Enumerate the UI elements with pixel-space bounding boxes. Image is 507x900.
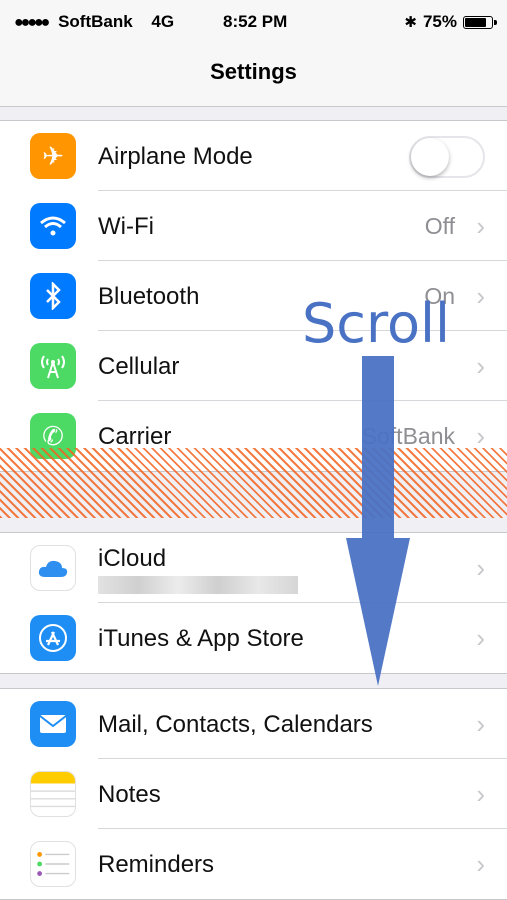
chevron-right-icon: ›	[476, 553, 485, 583]
battery-fill	[465, 17, 486, 27]
row-label: iTunes & App Store	[98, 625, 304, 652]
row-label: Airplane Mode	[98, 143, 253, 170]
carrier-info: ●●●●● SoftBank 4G	[14, 12, 174, 32]
redacted-account-email	[98, 576, 298, 594]
network-type: 4G	[151, 12, 175, 31]
wifi-row[interactable]: Wi-Fi Off ›	[0, 191, 507, 261]
itunes-app-store-row[interactable]: iTunes & App Store ›	[0, 603, 507, 673]
chevron-right-icon: ›	[476, 849, 485, 879]
bluetooth-row[interactable]: Bluetooth On ›	[0, 261, 507, 331]
status-right: ✱ 75%	[404, 12, 497, 32]
bluetooth-status-icon: ✱	[404, 14, 417, 31]
page-title: Settings	[210, 59, 297, 84]
app-store-icon	[30, 615, 76, 661]
status-bar: ●●●●● SoftBank 4G 8:52 PM ✱ 75%	[0, 0, 507, 44]
notes-row[interactable]: Notes ›	[0, 759, 507, 829]
clock: 8:52 PM	[223, 12, 288, 31]
bluetooth-value: On	[424, 283, 455, 309]
row-label: Carrier	[98, 423, 172, 450]
carrier-value: SoftBank	[361, 423, 455, 449]
airplane-icon: ✈	[30, 133, 76, 179]
icloud-icon	[30, 545, 76, 591]
row-label: Bluetooth	[98, 283, 200, 310]
mail-contacts-calendars-row[interactable]: Mail, Contacts, Calendars ›	[0, 689, 507, 759]
omitted-content-hatch	[0, 448, 507, 518]
chevron-right-icon: ›	[476, 623, 485, 653]
cellular-row[interactable]: Cellular ›	[0, 331, 507, 401]
chevron-right-icon: ›	[476, 211, 485, 241]
chevron-right-icon: ›	[476, 709, 485, 739]
wifi-icon	[30, 203, 76, 249]
row-label: Mail, Contacts, Calendars	[98, 711, 373, 738]
cellular-icon	[30, 343, 76, 389]
chevron-right-icon: ›	[476, 779, 485, 809]
row-label: Wi-Fi	[98, 213, 154, 240]
airplane-mode-toggle[interactable]	[409, 136, 485, 178]
wifi-value: Off	[424, 213, 455, 239]
airplane-mode-row[interactable]: ✈ Airplane Mode	[0, 121, 507, 191]
settings-group-accounts: iCloud › iTunes & App Store ›	[0, 532, 507, 674]
row-label: iCloud	[98, 545, 167, 572]
row-label: Reminders	[98, 851, 215, 878]
battery-icon	[463, 15, 497, 29]
toggle-knob	[411, 138, 449, 176]
signal-strength-icon: ●●●●●	[14, 14, 50, 31]
bluetooth-icon	[30, 273, 76, 319]
settings-group-apps: Mail, Contacts, Calendars › Notes › Remi…	[0, 688, 507, 900]
notes-icon	[30, 771, 76, 817]
row-label: Notes	[98, 781, 161, 808]
row-label: Cellular	[98, 353, 180, 380]
reminders-row[interactable]: Reminders ›	[0, 829, 507, 899]
reminders-icon	[30, 841, 76, 887]
nav-bar: Settings	[0, 44, 507, 107]
icloud-row[interactable]: iCloud ›	[0, 533, 507, 603]
battery-percent: 75%	[422, 12, 457, 31]
carrier-name: SoftBank	[58, 12, 133, 31]
chevron-right-icon: ›	[476, 351, 485, 381]
chevron-right-icon: ›	[476, 281, 485, 311]
mail-icon	[30, 701, 76, 747]
settings-group-connectivity: ✈ Airplane Mode Wi-Fi Off › Bluetooth On…	[0, 120, 507, 472]
